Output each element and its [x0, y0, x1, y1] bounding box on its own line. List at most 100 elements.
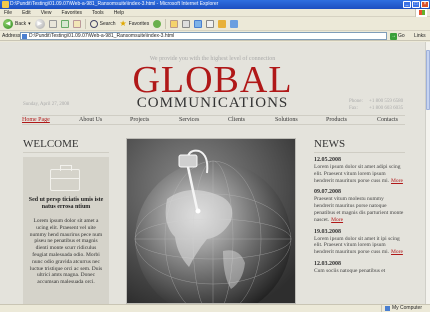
- menu-bar: File Edit View Favorites Tools Help: [0, 9, 430, 17]
- news-text: Praesent vitum molestu nummy hendrerit m…: [314, 196, 405, 223]
- current-date: Sunday, April 27, 2008: [23, 102, 70, 107]
- print-icon[interactable]: [182, 19, 191, 28]
- address-label: Address: [2, 33, 21, 39]
- news-item: 12.05.2008 Lorem ipsum dolor sit amet ad…: [314, 156, 405, 184]
- news-item: 09.07.2008 Praesent vitum molestu nummy …: [314, 188, 405, 223]
- menu-favorites[interactable]: Favorites: [61, 9, 82, 16]
- address-bar: Address D:\Pundit\Testing\01.09.07\Web-a…: [0, 31, 430, 41]
- ie-app-icon: [2, 1, 9, 8]
- contact-phone: Phone: +1 800 559 6580: [349, 98, 403, 105]
- news-item: 19.03.2008 Lorem ipsum dolor sit amet it…: [314, 228, 405, 256]
- address-value: D:\Pundit\Testing\01.09.07\Web-a-981_Ran…: [29, 33, 175, 39]
- contact-value: +1 800 603 6035: [369, 106, 404, 111]
- vertical-scrollbar[interactable]: [425, 42, 430, 304]
- news-body: Praesent vitum molestu nummy hendrerit m…: [314, 196, 404, 223]
- close-button[interactable]: ×: [421, 1, 429, 8]
- search-button[interactable]: Search: [89, 19, 116, 28]
- edit-icon[interactable]: [194, 19, 203, 28]
- go-label: Go: [398, 33, 405, 39]
- security-zone: My Computer: [380, 305, 422, 312]
- scrollbar-thumb[interactable]: [426, 50, 430, 110]
- nav-contacts[interactable]: Contacts: [377, 116, 398, 125]
- links-button[interactable]: Links: [414, 31, 426, 41]
- news-text: Cum sociis natoque penatibus et: [314, 267, 386, 274]
- folder-icon[interactable]: [230, 19, 239, 28]
- forward-button[interactable]: ▶: [34, 18, 45, 29]
- main-navigation: Home Page About Us Projects Services Cli…: [22, 115, 405, 125]
- window-title: D:\Pundit\Testing\01.09.07\Web-a-981_Ran…: [10, 1, 219, 7]
- forward-arrow-icon: ▶: [34, 18, 45, 29]
- welcome-title: Sed ut persp ticiatis umis iste natus er…: [28, 197, 104, 210]
- news-text: Lorem ipsum dolor sit amet it ipi scing …: [314, 236, 405, 256]
- contact-value: +1 800 559 6580: [369, 99, 404, 104]
- go-button[interactable]: → Go: [390, 32, 410, 40]
- news-list: 12.05.2008 Lorem ipsum dolor sit amet ad…: [314, 156, 405, 279]
- address-input[interactable]: D:\Pundit\Testing\01.09.07\Web-a-981_Ran…: [20, 32, 387, 40]
- contact-label: Phone:: [349, 99, 363, 104]
- back-arrow-icon: ◀: [3, 18, 13, 29]
- nav-projects[interactable]: Projects: [130, 116, 149, 125]
- mail-icon[interactable]: [170, 19, 179, 28]
- contact-fax: Fax: +1 800 603 6035: [349, 105, 403, 112]
- nav-services[interactable]: Services: [179, 116, 199, 125]
- home-icon[interactable]: [72, 19, 81, 28]
- browser-toolbar: ◀ Back ▾ ▶ Search ★ Favorites: [0, 17, 430, 31]
- nav-home-page[interactable]: Home Page: [22, 116, 50, 125]
- search-icon: [89, 19, 98, 28]
- status-bar: My Computer: [0, 304, 430, 312]
- news-date: 12.05.2008: [314, 157, 341, 163]
- search-label: Search: [99, 20, 116, 27]
- favorites-star-icon: ★: [119, 19, 127, 28]
- news-more-link[interactable]: More: [331, 217, 343, 223]
- menu-file[interactable]: File: [4, 9, 12, 16]
- briefcase-icon: [50, 165, 80, 191]
- refresh-icon[interactable]: [60, 19, 69, 28]
- contact-label: Fax:: [349, 106, 358, 111]
- page-viewport: We provide you with the highest level of…: [0, 42, 425, 304]
- menu-view[interactable]: View: [41, 9, 52, 16]
- favorites-label: Favorites: [128, 20, 150, 27]
- divider: [314, 152, 405, 153]
- globe-illustration: [127, 139, 295, 303]
- favorites-button[interactable]: ★ Favorites: [119, 19, 149, 28]
- maximize-button[interactable]: □: [412, 1, 420, 8]
- nav-about-us[interactable]: About Us: [79, 116, 102, 125]
- news-date: 09.07.2008: [314, 189, 341, 196]
- welcome-text: Lorem ipsum dolor sit amet a ucing elit.…: [29, 218, 103, 286]
- welcome-panel: Sed ut persp ticiatis umis iste natus er…: [23, 157, 109, 304]
- windows-logo-icon: [415, 9, 427, 17]
- back-dropdown-icon[interactable]: ▾: [28, 21, 31, 27]
- news-date: 12.03.2008: [314, 260, 341, 267]
- news-item: 12.03.2008 Cum sociis natoque penatibus …: [314, 260, 405, 275]
- discuss-icon[interactable]: [206, 19, 215, 28]
- nav-products[interactable]: Products: [326, 116, 347, 125]
- contact-info: Phone: +1 800 559 6580 Fax: +1 800 603 6…: [349, 98, 403, 112]
- welcome-heading: WELCOME: [23, 138, 79, 150]
- news-body: Lorem ipsum dolor sit amet it ipi scing …: [314, 235, 400, 256]
- menu-tools[interactable]: Tools: [92, 9, 104, 16]
- news-heading: NEWS: [314, 138, 346, 150]
- menu-edit[interactable]: Edit: [22, 9, 31, 16]
- window-controls: _ □ ×: [403, 1, 429, 8]
- news-more-link[interactable]: More: [391, 178, 403, 184]
- media-icon[interactable]: [153, 19, 162, 28]
- back-button[interactable]: ◀ Back ▾: [3, 18, 31, 29]
- back-label: Back: [15, 20, 27, 27]
- go-arrow-icon: →: [390, 32, 397, 40]
- window-title-bar: D:\Pundit\Testing\01.09.07\Web-a-981_Ran…: [0, 0, 430, 9]
- minimize-button[interactable]: _: [403, 1, 411, 8]
- news-body: Lorem ipsum dolor sit amet adipi scing e…: [314, 164, 401, 184]
- menu-help[interactable]: Help: [114, 9, 124, 16]
- toolbar-separator: [84, 18, 86, 29]
- news-text: Lorem ipsum dolor sit amet adipi scing e…: [314, 164, 405, 184]
- stop-icon[interactable]: [48, 19, 57, 28]
- toolbar-separator: [165, 18, 167, 29]
- globe-image: [126, 138, 296, 304]
- divider: [23, 152, 109, 153]
- nav-clients[interactable]: Clients: [228, 116, 245, 125]
- nav-solutions[interactable]: Solutions: [275, 116, 298, 125]
- page-icon: [22, 34, 27, 39]
- news-more-link[interactable]: More: [391, 249, 403, 255]
- messenger-icon[interactable]: [218, 19, 227, 28]
- news-date: 19.03.2008: [314, 228, 341, 235]
